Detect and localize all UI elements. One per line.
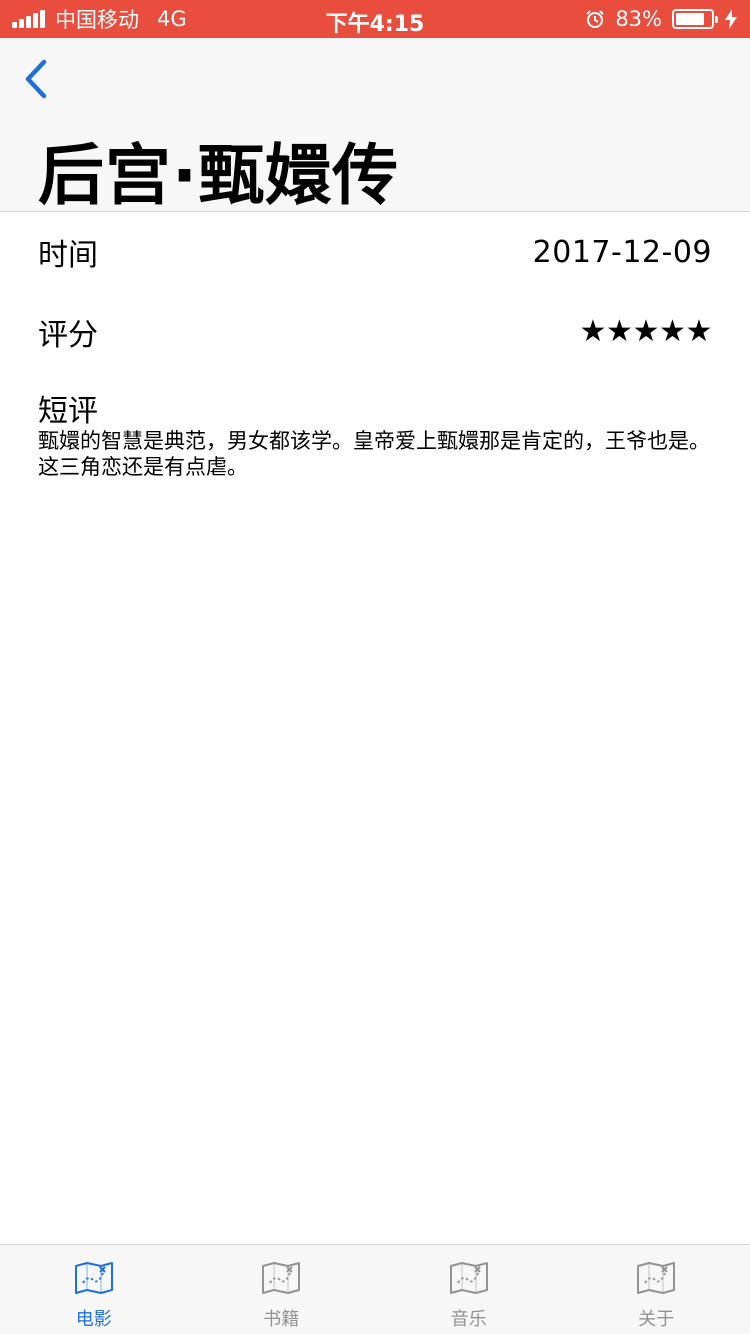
tab-books[interactable]: 书籍 [188, 1245, 376, 1334]
map-icon [449, 1262, 488, 1294]
star-icon: ★ [606, 314, 633, 349]
tab-about[interactable]: 关于 [563, 1245, 750, 1334]
map-icon [637, 1262, 676, 1294]
star-icon: ★ [632, 314, 660, 349]
time-row: 时间 2017-12-09 [38, 232, 712, 274]
chevron-left-icon [25, 59, 47, 99]
carrier-name: 中国移动 [55, 8, 139, 32]
tab-label: 音乐 [450, 1309, 487, 1330]
star-icon: ★ [659, 314, 686, 349]
star-icon: ★ [685, 314, 713, 349]
review-label: 短评 [38, 394, 98, 429]
page-title: 后宫·甄嬛传 [38, 137, 400, 214]
back-button[interactable] [18, 54, 58, 104]
rating-stars: ★ ★ ★ ★ ★ [580, 317, 713, 347]
tab-bar: 电影 书籍 音乐 关于 [0, 1244, 750, 1334]
tab-movies[interactable]: 电影 [0, 1245, 188, 1334]
time-label: 时间 [38, 238, 98, 273]
review-text: 甄嬛的智慧是典范，男女都该学。皇帝爱上甄嬛那是肯定的，王爷也是。这三角恋还是有点… [38, 429, 710, 479]
battery-level [676, 13, 705, 25]
status-bar: 中国移动 4G 下午4:15 83% [0, 0, 750, 38]
time-value: 2017-12-09 [532, 234, 712, 270]
rating-label: 评分 [38, 318, 98, 353]
rating-row: 评分 ★ ★ ★ ★ ★ [38, 312, 713, 354]
navigation-header: 后宫·甄嬛传 [0, 38, 750, 214]
map-icon [262, 1262, 301, 1294]
status-right: 83% [585, 7, 738, 31]
status-left: 中国移动 4G [12, 4, 187, 34]
tab-music[interactable]: 音乐 [375, 1245, 563, 1334]
tab-label: 关于 [638, 1309, 675, 1330]
tab-label: 电影 [75, 1309, 112, 1330]
battery-icon [672, 9, 718, 29]
alarm-icon [586, 10, 605, 28]
star-icon: ★ [579, 314, 607, 349]
map-icon [74, 1262, 113, 1294]
tab-label: 书籍 [263, 1309, 300, 1330]
signal-icon [12, 10, 45, 28]
battery-percent: 83% [615, 7, 662, 31]
charging-icon [725, 9, 737, 29]
network-type: 4G [157, 7, 187, 31]
